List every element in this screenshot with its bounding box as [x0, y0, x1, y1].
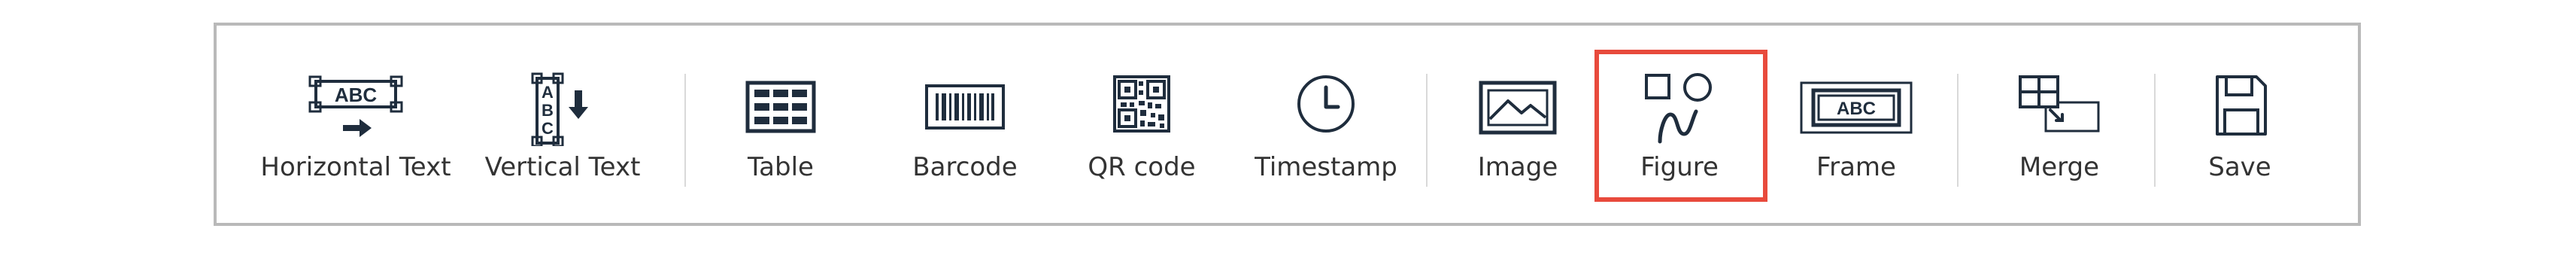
- save-icon: [2202, 71, 2277, 146]
- save-button[interactable]: Save: [2172, 71, 2307, 191]
- toolbar-separator: [1426, 74, 1428, 187]
- qr-code-icon: [1104, 71, 1179, 146]
- barcode-button[interactable]: Barcode: [886, 71, 1044, 191]
- vertical-text-button[interactable]: A B C Vertical Text: [476, 71, 649, 191]
- vertical-text-label: Vertical Text: [484, 152, 641, 182]
- merge-button[interactable]: Merge: [1977, 71, 2142, 191]
- qr-code-label: QR code: [1088, 152, 1196, 182]
- clock-icon: [1288, 71, 1364, 146]
- frame-label: Frame: [1816, 152, 1896, 182]
- toolbar-separator: [684, 74, 686, 187]
- toolbar-separator: [2154, 74, 2156, 187]
- merge-icon: [2014, 71, 2104, 146]
- figure-icon: [1634, 71, 1725, 146]
- vertical-text-icon-letter: A: [542, 83, 554, 102]
- barcode-label: Barcode: [912, 152, 1018, 182]
- vertical-text-icon: A B C: [525, 71, 600, 146]
- table-button[interactable]: Table: [705, 71, 856, 191]
- horizontal-text-label: Horizontal Text: [260, 152, 451, 182]
- vertical-text-icon-letter: B: [542, 101, 554, 120]
- save-label: Save: [2208, 152, 2271, 182]
- timestamp-button[interactable]: Timestamp: [1239, 71, 1412, 191]
- merge-label: Merge: [2019, 152, 2100, 182]
- image-icon: [1476, 71, 1559, 146]
- vertical-text-icon-letter: C: [542, 119, 554, 138]
- qr-code-button[interactable]: QR code: [1067, 71, 1217, 191]
- table-icon: [743, 71, 818, 146]
- frame-icon: ABC: [1800, 71, 1913, 146]
- figure-label: Figure: [1640, 152, 1719, 182]
- horizontal-text-button[interactable]: ABC Horizontal Text: [254, 71, 457, 191]
- toolbar-separator: [1957, 74, 1959, 187]
- image-label: Image: [1477, 152, 1558, 182]
- frame-button[interactable]: ABC Frame: [1781, 71, 1931, 191]
- horizontal-text-icon: ABC: [307, 71, 405, 146]
- timestamp-label: Timestamp: [1255, 152, 1397, 182]
- horizontal-text-icon-text: ABC: [335, 84, 378, 106]
- frame-icon-text: ABC: [1837, 99, 1876, 119]
- barcode-icon: [924, 71, 1006, 146]
- table-label: Table: [748, 152, 814, 182]
- insert-toolbar: ABC Horizontal Text A B C Vertical Text: [214, 23, 2361, 226]
- figure-button[interactable]: Figure: [1608, 71, 1751, 191]
- image-button[interactable]: Image: [1450, 71, 1585, 191]
